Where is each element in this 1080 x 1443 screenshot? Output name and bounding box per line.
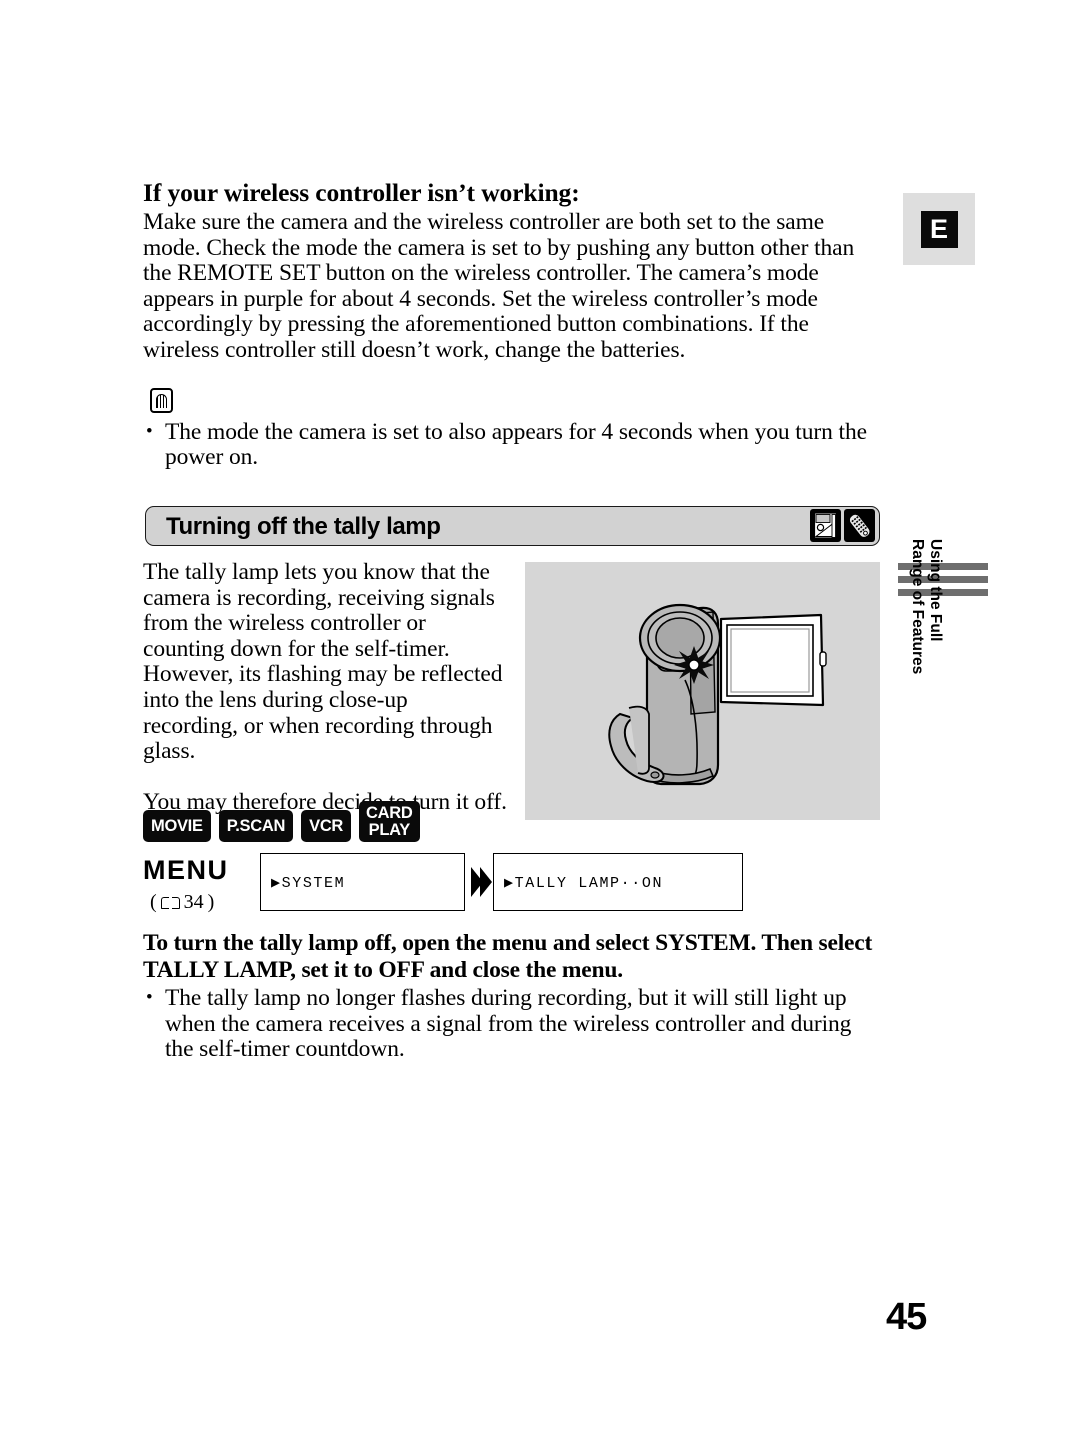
mode-badge-label: CARD — [366, 803, 413, 822]
running-head: Using the Full Range of Features — [898, 539, 990, 803]
menu-flow: MENU ( 34 ) ▶SYSTEM ▶TALLY LAMP··ON — [143, 853, 883, 915]
menu-button-label: MENU — [143, 855, 229, 885]
tally-body-column: The tally lamp lets you know that the ca… — [143, 559, 508, 815]
double-chevron-right-icon — [470, 867, 492, 897]
main-content: If your wireless controller isn’t workin… — [143, 177, 878, 471]
memo-icon-glyph — [156, 393, 167, 408]
language-tab-letter: E — [920, 210, 958, 248]
mode-badge-label: PLAY — [368, 820, 411, 839]
wireless-section-heading: If your wireless controller isn’t workin… — [143, 178, 580, 207]
tally-body-paragraph-1: The tally lamp lets you know that the ca… — [143, 559, 503, 765]
tally-section-bar-icons — [810, 509, 875, 542]
memo-icon — [150, 387, 173, 413]
wireless-notes-list: The mode the camera is set to also appea… — [143, 419, 878, 471]
menu-screen-tally-lamp-text: ▶TALLY LAMP··ON — [504, 874, 664, 892]
card-camera-icon — [810, 509, 841, 542]
double-chevron-right-icon-svg — [471, 867, 492, 897]
mode-badge-movie: MOVIE — [143, 810, 211, 842]
lens-barrel — [638, 603, 722, 673]
page-number: 45 — [886, 1296, 927, 1338]
mode-badge-label: VCR — [309, 816, 344, 835]
menu-screen-system: ▶SYSTEM — [260, 853, 465, 911]
menu-screen-system-text: ▶SYSTEM — [271, 874, 346, 892]
camcorder-illustration-svg — [608, 603, 827, 786]
book-icon — [160, 896, 180, 910]
tally-instruction: To turn the tally lamp off, open the men… — [143, 930, 873, 983]
tally-instruction-notes: The tally lamp no longer flashes during … — [143, 985, 883, 1063]
running-head-line-1: Using the Full — [927, 539, 944, 642]
wireless-controller-icon — [844, 509, 875, 542]
list-item: The mode the camera is set to also appea… — [143, 419, 878, 471]
mode-badge-card-play: CARD PLAY — [359, 801, 420, 842]
tally-instruction-block: To turn the tally lamp off, open the men… — [143, 930, 883, 1063]
mode-badge-label: P.SCAN — [226, 816, 286, 835]
tally-lamp-starburst — [674, 646, 714, 684]
menu-page-reference: ( 34 ) — [150, 891, 215, 913]
menu-page-reference-number: 34 — [183, 891, 204, 913]
list-item: The tally lamp no longer flashes during … — [143, 985, 883, 1063]
running-head-text: Using the Full Range of Features — [908, 539, 944, 739]
mode-badges: MOVIE P.SCAN VCR CARD PLAY — [143, 801, 420, 842]
card-camera-icon-svg — [813, 512, 838, 539]
language-tab: E — [903, 193, 975, 265]
wireless-controller-icon-svg — [848, 513, 874, 539]
camcorder-illustration — [525, 562, 880, 820]
mode-badge-vcr: VCR — [301, 810, 352, 842]
lcd-panel — [719, 613, 827, 707]
mode-badge-pscan: P.SCAN — [218, 810, 294, 842]
tally-section-title: Turning off the tally lamp — [166, 513, 441, 540]
tally-section-bar: Turning off the tally lamp — [145, 506, 880, 546]
running-head-line-2: Range of Features — [909, 539, 926, 675]
mode-badge-label: MOVIE — [151, 816, 203, 835]
menu-screen-tally-lamp: ▶TALLY LAMP··ON — [493, 853, 743, 911]
wireless-section-body: Make sure the camera and the wireless co… — [143, 209, 855, 364]
